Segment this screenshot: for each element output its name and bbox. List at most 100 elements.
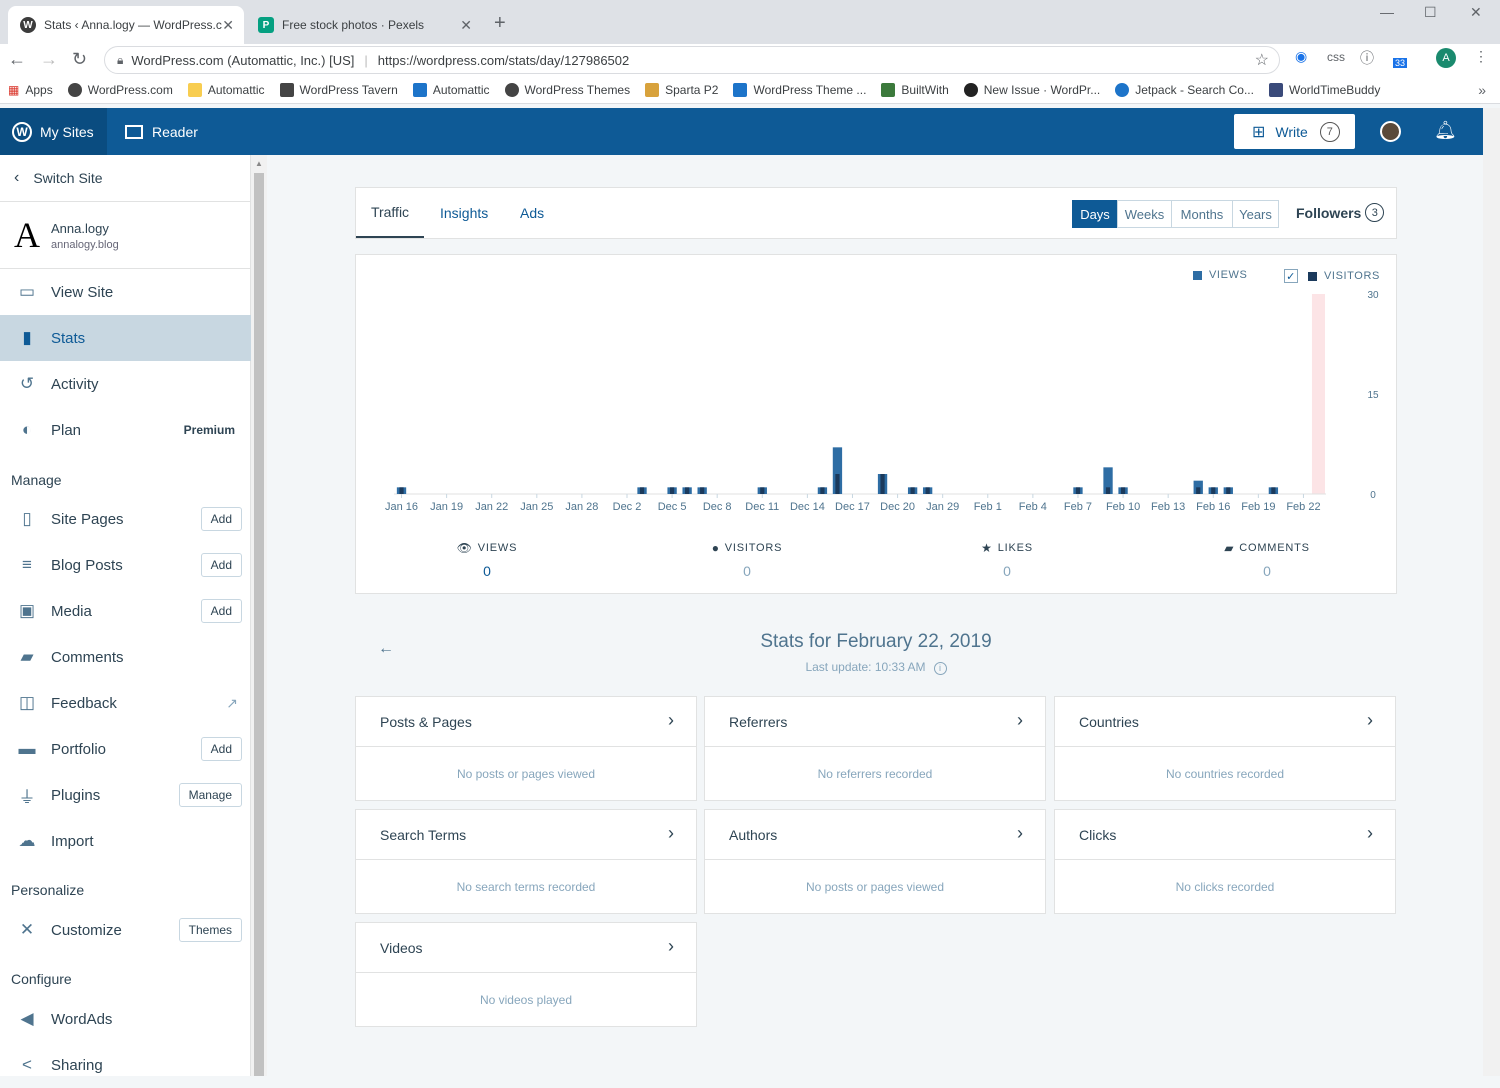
minimize-icon[interactable]: — (1380, 4, 1394, 20)
sidebar-item-feedback[interactable]: ◫ Feedback ↗ (0, 680, 251, 726)
sidebar-item-view-site[interactable]: ▭ View Site (0, 269, 251, 315)
sidebar-item-sharing[interactable]: < Sharing (0, 1042, 251, 1088)
extension-circle-icon[interactable]: ◉ (1295, 48, 1307, 65)
module-header[interactable]: Videos › (356, 923, 696, 973)
bookmark-builtwith[interactable]: BuiltWith (881, 82, 949, 97)
sidebar-item-blog-posts[interactable]: ≡ Blog Posts Add (0, 542, 251, 588)
summary-comments[interactable]: ▰ COMMENTS 0 (1197, 541, 1337, 579)
bookmark-wordpress-com[interactable]: WordPress.com (67, 82, 173, 97)
history-icon: ↺ (19, 374, 35, 393)
calendar-extension-icon[interactable]: 33 (1393, 58, 1408, 68)
new-tab-icon[interactable]: + (494, 12, 506, 35)
bookmark-sparta-p2[interactable]: Sparta P2 (645, 82, 718, 97)
close-tab-icon[interactable]: ✕ (460, 17, 472, 34)
bookmark-star-icon[interactable]: ☆ (1255, 50, 1269, 70)
scrollbar-thumb[interactable] (254, 173, 264, 1076)
tab-traffic[interactable]: Traffic (356, 188, 424, 238)
sidebar-scrollbar[interactable]: ▲ (251, 155, 267, 1076)
browser-menu-icon[interactable]: ⋮ (1474, 48, 1488, 65)
bookmark-wordpress-tavern[interactable]: WordPress Tavern (279, 82, 398, 97)
reload-icon[interactable]: ↻ (72, 49, 87, 70)
add-post-button[interactable]: Add (200, 553, 242, 577)
monitor-icon: ▭ (18, 282, 36, 301)
followers-link[interactable]: Followers 3 (1296, 203, 1385, 222)
chevron-right-icon[interactable]: › (668, 823, 674, 844)
chevron-right-icon[interactable]: › (1017, 710, 1023, 731)
bookmark-new-issue[interactable]: New Issue · WordPr... (963, 82, 1100, 97)
module-header[interactable]: Posts & Pages › (356, 697, 696, 747)
bookmark-wordpress-themes[interactable]: WordPress Themes (504, 82, 630, 97)
css-extension-icon[interactable]: css (1327, 50, 1345, 64)
sidebar-item-site-pages[interactable]: ▯ Site Pages Add (0, 496, 251, 542)
chevron-right-icon[interactable]: › (1367, 823, 1373, 844)
user-avatar[interactable] (1380, 121, 1401, 142)
bookmark-wordpress-theme[interactable]: WordPress Theme ... (733, 82, 866, 97)
module-header[interactable]: Clicks › (1055, 810, 1395, 860)
module-header[interactable]: Search Terms › (356, 810, 696, 860)
maximize-icon[interactable]: ☐ (1424, 4, 1437, 21)
module-header[interactable]: Authors › (705, 810, 1045, 860)
add-media-button[interactable]: Add (200, 599, 242, 623)
info-icon[interactable]: i (933, 662, 947, 675)
sidebar-item-stats[interactable]: ▮ Stats (0, 315, 251, 361)
sidebar-item-portfolio[interactable]: ▬ Portfolio Add (0, 726, 251, 772)
current-site-card[interactable]: A Anna.logy annalogy.blog (0, 202, 251, 269)
summary-views[interactable]: 👁︎ VIEWS 0 (417, 541, 557, 579)
chevron-right-icon[interactable]: › (1367, 710, 1373, 731)
stats-bar-chart[interactable]: Jan 16 Jan 19 Jan 22 Jan 25 Jan 28 Dec 2 Dec 5… (356, 255, 1396, 545)
sidebar-item-plan[interactable]: ◐ Plan Premium (0, 407, 251, 453)
back-icon[interactable]: ← (8, 49, 26, 70)
visitors-checkbox[interactable]: ✓ (1284, 269, 1298, 283)
sidebar-item-wordads[interactable]: ◀ WordAds (0, 996, 251, 1042)
sidebar-item-comments[interactable]: ▰ Comments (0, 634, 251, 680)
summary-value: 0 (743, 563, 751, 579)
close-window-icon[interactable]: ✕ (1470, 4, 1482, 21)
profile-avatar[interactable]: A (1436, 48, 1456, 68)
scroll-up-icon[interactable]: ▲ (255, 159, 263, 168)
module-header[interactable]: Referrers › (705, 697, 1045, 747)
write-button[interactable]: ⊞ Write 7 (1234, 114, 1355, 149)
visitors-bar (1105, 487, 1111, 494)
module-empty-message: No posts or pages viewed (456, 767, 596, 781)
notifications-bell-icon[interactable]: 🔔︎ (1434, 120, 1457, 141)
add-portfolio-button[interactable]: Add (200, 737, 242, 761)
bookmark-automattic[interactable]: Automattic (412, 82, 490, 97)
my-sites-button[interactable]: W My Sites (0, 108, 107, 155)
bookmark-apps[interactable]: ▦ Apps (8, 83, 53, 97)
sidebar-item-activity[interactable]: ↺ Activity (0, 361, 251, 407)
period-days[interactable]: Days (1072, 200, 1118, 228)
reader-button[interactable]: Reader (125, 108, 198, 155)
bookmark-automattic-folder[interactable]: Automattic (187, 82, 265, 97)
switch-site-button[interactable]: ‹ Switch Site (0, 155, 251, 202)
selected-day-highlight[interactable] (1311, 294, 1325, 494)
forward-icon[interactable]: → (40, 49, 58, 70)
summary-likes[interactable]: ★ LIKES 0 (937, 541, 1077, 579)
bookmark-worldtimebuddy[interactable]: WorldTimeBuddy (1268, 82, 1380, 97)
sidebar-item-import[interactable]: ☁ Import (0, 818, 251, 864)
period-months[interactable]: Months (1171, 200, 1233, 228)
info-extension-icon[interactable]: ⓘ (1360, 48, 1374, 68)
close-tab-icon[interactable]: ✕ (222, 17, 234, 34)
module-header[interactable]: Countries › (1055, 697, 1395, 747)
chevron-right-icon[interactable]: › (1017, 823, 1023, 844)
legend-visitors[interactable]: ✓ VISITORS (1284, 269, 1380, 283)
sidebar-item-media[interactable]: ▣ Media Add (0, 588, 251, 634)
chevron-right-icon[interactable]: › (668, 936, 674, 957)
chevron-right-icon[interactable]: › (668, 710, 674, 731)
page-scrollbar[interactable] (1483, 108, 1500, 1076)
tab-insights[interactable]: Insights (440, 188, 488, 238)
sidebar-item-plugins[interactable]: ⏚ Plugins Manage (0, 772, 251, 818)
tab-ads[interactable]: Ads (520, 188, 544, 238)
sidebar-item-customize[interactable]: ✕ Customize Themes (0, 907, 251, 953)
add-page-button[interactable]: Add (200, 507, 242, 531)
browser-tab-pexels[interactable]: P Free stock photos · Pexels ✕ (246, 6, 482, 44)
browser-tab-stats[interactable]: W Stats ‹ Anna.logy — WordPress.c ✕ (8, 6, 244, 44)
manage-plugins-button[interactable]: Manage (178, 783, 242, 807)
bookmark-jetpack[interactable]: Jetpack - Search Co... (1115, 82, 1254, 97)
themes-button[interactable]: Themes (178, 918, 242, 942)
bookmarks-overflow-icon[interactable]: » (1478, 82, 1486, 98)
summary-visitors[interactable]: ● VISITORS 0 (677, 541, 817, 579)
period-years[interactable]: Years (1232, 200, 1279, 228)
address-bar[interactable]: 🔒︎ WordPress.com (Automattic, Inc.) [US]… (104, 46, 1280, 74)
period-weeks[interactable]: Weeks (1117, 200, 1172, 228)
